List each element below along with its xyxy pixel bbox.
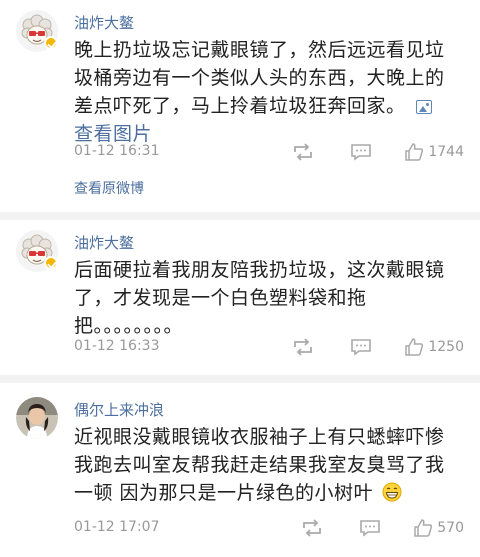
comment-icon	[351, 144, 372, 161]
timestamp: 01-12 17:07	[74, 519, 160, 535]
verified-badge-icon	[44, 256, 58, 270]
like-count: 1744	[428, 144, 464, 160]
action-bar: 1250	[292, 336, 464, 358]
comment-button[interactable]	[350, 338, 372, 356]
comment-line-text: 差点吓死了，马上拎着垃圾狂奔回家。	[74, 95, 406, 117]
timestamp: 01-12 16:31	[74, 143, 160, 159]
comment-meta: 01-12 17:07 570	[74, 517, 464, 539]
avatar[interactable]	[16, 397, 58, 439]
verified-badge-icon	[44, 36, 58, 50]
thumbs-up-icon	[405, 338, 424, 356]
repost-icon	[294, 338, 313, 356]
comment-icon	[360, 520, 381, 537]
view-original-link[interactable]: 查看原微博	[74, 178, 144, 198]
comment-line: 近视眼没戴眼镜收衣服袖子上有只蟋蟀吓惨	[74, 426, 445, 448]
comment-card: 油炸大鳌 晚上扔垃圾忘记戴眼镜了，然后远远看见垃 圾桶旁边有一个类似人头的东西，…	[0, 0, 480, 212]
comment-line: 我跑去叫室友帮我赶走结果我室友臭骂了我	[74, 454, 445, 476]
action-bar: 1744	[292, 141, 464, 163]
comment-icon	[351, 339, 372, 356]
picture-icon[interactable]	[415, 99, 432, 114]
username[interactable]: 油炸大鳌	[74, 232, 134, 253]
comment-line: 差点吓死了，马上拎着垃圾狂奔回家。	[74, 92, 464, 120]
comment-button[interactable]	[350, 143, 372, 161]
comment-text: 近视眼没戴眼镜收衣服袖子上有只蟋蟀吓惨 我跑去叫室友帮我赶走结果我室友臭骂了我 …	[74, 423, 464, 507]
thumbs-up-icon	[414, 519, 433, 537]
comment-line: 了，才发现是一个白色塑料袋和拖	[74, 287, 367, 309]
like-button[interactable]: 1744	[404, 142, 464, 162]
grin-emoji	[382, 482, 402, 502]
comment-line: 圾桶旁边有一个类似人头的东西，大晚上的	[74, 67, 445, 89]
repost-button[interactable]	[292, 143, 314, 161]
comment-meta: 01-12 16:31 1744	[74, 141, 464, 163]
comment-line: 一顿 因为那只是一片绿色的小树叶	[74, 479, 464, 507]
comment-card: 油炸大鳌 后面硬拉着我朋友陪我扔垃圾，这次戴眼镜 了，才发现是一个白色塑料袋和拖…	[0, 220, 480, 375]
like-button[interactable]: 570	[413, 518, 464, 538]
like-button[interactable]: 1250	[404, 337, 464, 357]
comment-text: 晚上扔垃圾忘记戴眼镜了，然后远远看见垃 圾桶旁边有一个类似人头的东西，大晚上的 …	[74, 36, 464, 148]
username[interactable]: 偶尔上来冲浪	[74, 399, 164, 420]
thumbs-up-icon	[405, 143, 424, 161]
repost-icon	[294, 143, 313, 161]
comment-line-text: 一顿 因为那只是一片绿色的小树叶	[74, 482, 374, 504]
comment-meta: 01-12 16:33 1250	[74, 336, 464, 358]
repost-icon	[303, 519, 322, 537]
comment-button[interactable]	[359, 519, 381, 537]
comment-card: 偶尔上来冲浪 近视眼没戴眼镜收衣服袖子上有只蟋蟀吓惨 我跑去叫室友帮我赶走结果我…	[0, 383, 480, 557]
like-count: 1250	[428, 339, 464, 355]
like-count: 570	[437, 520, 464, 536]
action-bar: 570	[301, 517, 464, 539]
comment-text: 后面硬拉着我朋友陪我扔垃圾，这次戴眼镜 了，才发现是一个白色塑料袋和拖 把。。。…	[74, 256, 464, 340]
timestamp: 01-12 16:33	[74, 338, 160, 354]
comment-line: 后面硬拉着我朋友陪我扔垃圾，这次戴眼镜	[74, 259, 445, 281]
repost-button[interactable]	[292, 338, 314, 356]
username[interactable]: 油炸大鳌	[74, 12, 134, 33]
repost-button[interactable]	[301, 519, 323, 537]
comment-line: 晚上扔垃圾忘记戴眼镜了，然后远远看见垃	[74, 39, 445, 61]
